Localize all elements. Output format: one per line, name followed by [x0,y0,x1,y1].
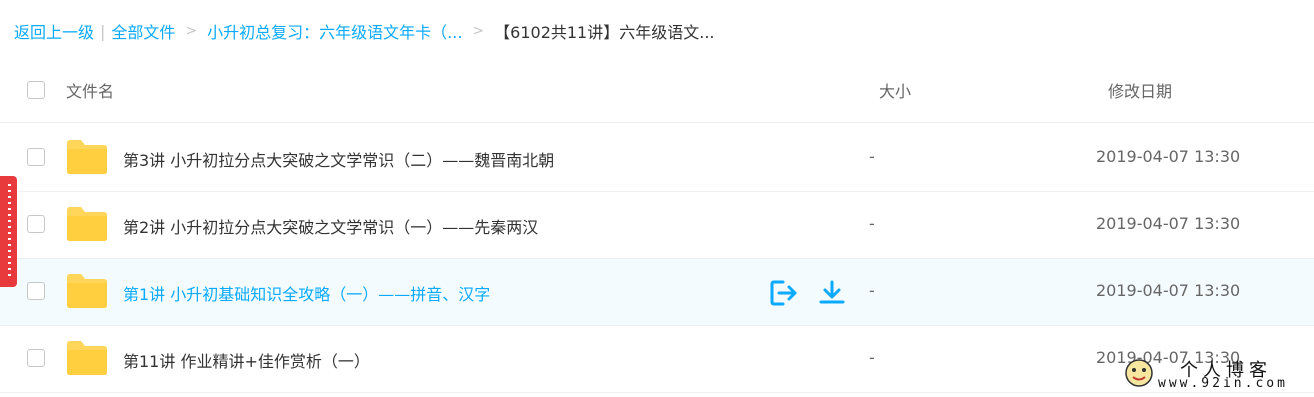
select-all-checkbox[interactable] [27,81,45,99]
file-size: - [869,281,875,300]
row-checkbox[interactable] [27,282,45,300]
all-files-link[interactable]: 全部文件 [111,19,175,43]
file-size: - [869,214,875,233]
file-size: - [869,348,875,367]
folder-icon [67,207,107,241]
header-divider [0,122,1314,123]
file-name[interactable]: 第3讲 小升初拉分点大突破之文学常识（二）——魏晋南北朝 [123,147,554,171]
back-link[interactable]: 返回上一级 [14,19,94,43]
watermark-logo-icon [1125,359,1153,387]
breadcrumb-folder-link[interactable]: 小升初总复习：六年级语文年卡（... [207,19,462,43]
folder-icon [67,341,107,375]
file-date: 2019-04-07 13:30 [1096,281,1241,300]
folder-icon [67,140,107,174]
file-list-header: 文件名 大小 修改日期 [0,68,1314,110]
file-date: 2019-04-07 13:30 [1096,214,1241,233]
column-header-date[interactable]: 修改日期 [1108,78,1172,102]
breadcrumb-arrow: > [185,23,198,39]
breadcrumb-current: 【6102共11讲】六年级语文... [494,23,715,42]
file-row[interactable]: 第3讲 小升初拉分点大突破之文学常识（二）——魏晋南北朝 - 2019-04-0… [0,125,1314,192]
watermark: 个人博客 www.92in.com [1120,352,1310,394]
folder-icon [67,274,107,308]
row-checkbox[interactable] [27,215,45,233]
share-icon[interactable] [770,280,798,306]
file-row[interactable]: 第11讲 作业精讲+佳作赏析（一） - 2019-04-07 13:30 [0,326,1314,393]
breadcrumb: 返回上一级 | 全部文件 > 小升初总复习：六年级语文年卡（... > 【610… [14,19,715,43]
breadcrumb-arrow: > [472,23,485,39]
column-header-size[interactable]: 大小 [879,78,911,102]
floating-side-tab[interactable] [0,176,17,287]
file-row-hovered[interactable]: 第1讲 小升初基础知识全攻略（一）——拼音、汉字 - 2019-04-07 13… [0,259,1314,326]
file-name[interactable]: 第2讲 小升初拉分点大突破之文学常识（一）——先秦两汉 [123,214,538,238]
row-checkbox[interactable] [27,349,45,367]
column-header-name[interactable]: 文件名 [66,78,114,102]
file-row[interactable]: 第2讲 小升初拉分点大突破之文学常识（一）——先秦两汉 - 2019-04-07… [0,192,1314,259]
file-date: 2019-04-07 13:30 [1096,147,1241,166]
breadcrumb-separator: | [100,21,106,41]
file-name[interactable]: 第1讲 小升初基础知识全攻略（一）——拼音、汉字 [123,281,490,305]
watermark-url: www.92in.com [1158,376,1288,391]
file-name[interactable]: 第11讲 作业精讲+佳作赏析（一） [123,348,370,372]
row-checkbox[interactable] [27,148,45,166]
file-size: - [869,147,875,166]
side-tab-dots [8,184,11,279]
download-icon[interactable] [818,280,846,306]
